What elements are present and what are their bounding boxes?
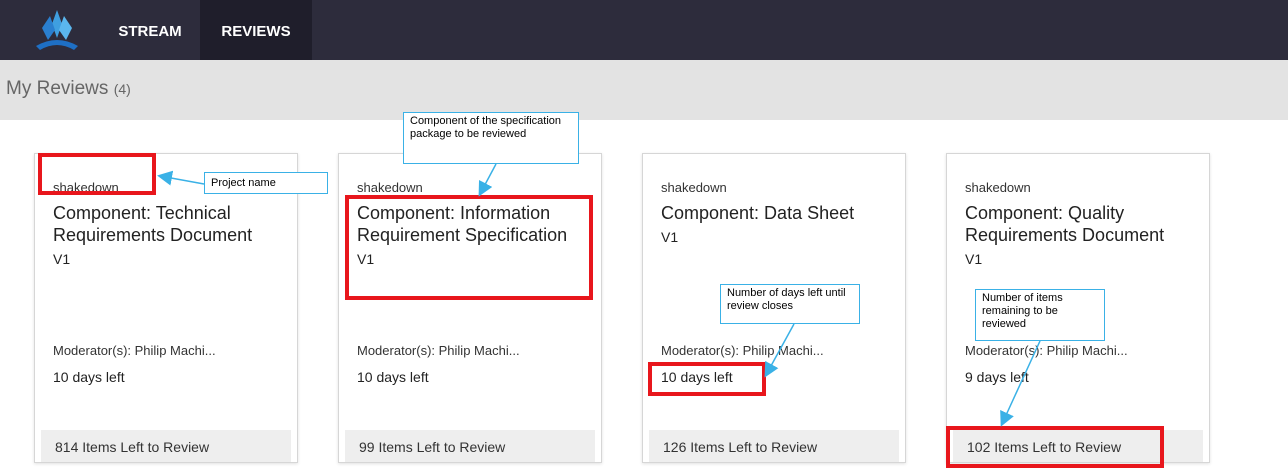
annotation-arrows bbox=[157, 163, 1041, 427]
callout-component: Component of the specification package t… bbox=[403, 112, 579, 164]
callout-project-name: Project name bbox=[204, 172, 328, 194]
callout-days-left: Number of days left until review closes bbox=[720, 284, 860, 324]
callout-items-left: Number of items remaining to be reviewed bbox=[975, 289, 1105, 341]
